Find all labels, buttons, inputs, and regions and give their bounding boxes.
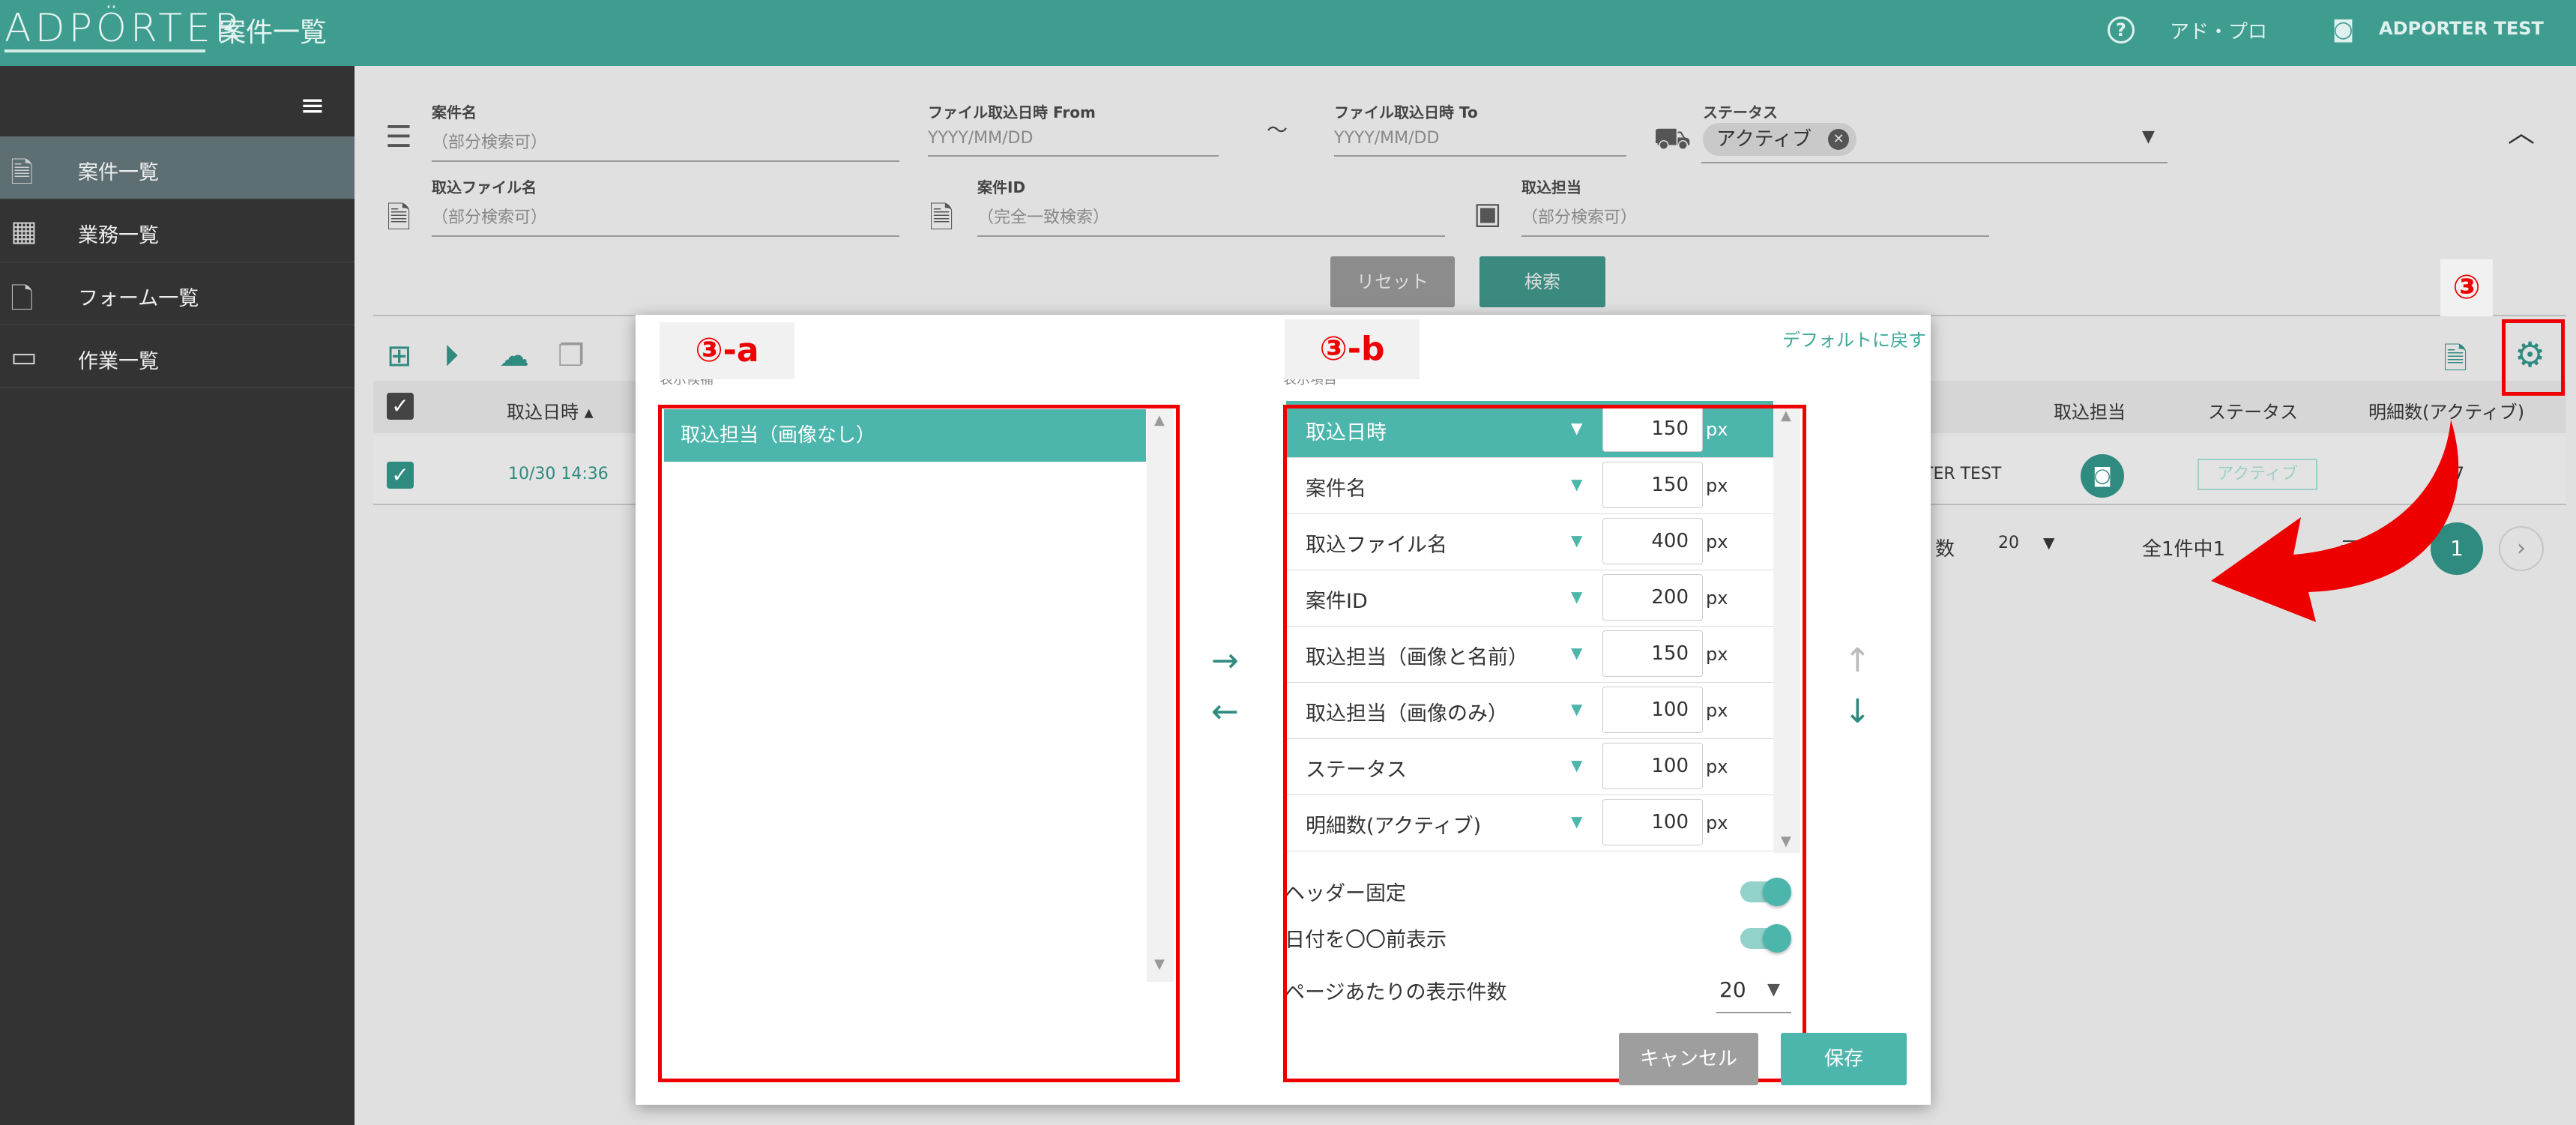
cloud-upload-icon[interactable]: ☁ xyxy=(499,339,529,373)
sidebar-item-cases[interactable]: 🗎 案件一覧 xyxy=(0,136,355,199)
date-from-input[interactable]: YYYY/MM/DD xyxy=(928,129,1219,157)
status-select-underline xyxy=(1701,162,2168,163)
add-table-icon[interactable]: ⊞ xyxy=(387,339,412,373)
annotation-box-gear xyxy=(2502,319,2565,396)
status-chip-label: アクティブ xyxy=(1716,128,1812,151)
sidebar-item-label: 案件一覧 xyxy=(78,161,159,184)
row-date[interactable]: 10/30 14:36 xyxy=(508,465,609,483)
app-bar: ADPÖRTER 案件一覧 ? アド・プロ ◙ ADPORTER TEST xyxy=(0,0,2576,66)
search-button[interactable]: 検索 xyxy=(1479,256,1605,307)
reset-default-link[interactable]: デフォルトに戻す xyxy=(1782,325,1926,352)
date-to-input[interactable]: YYYY/MM/DD xyxy=(1334,129,1626,157)
arrow-down-icon[interactable]: ↓ xyxy=(1844,693,1871,731)
sidebar-item-label: フォーム一覧 xyxy=(78,287,199,310)
assignee-label: 取込担当 xyxy=(1521,178,1581,196)
sidebar-item-label: 業務一覧 xyxy=(78,224,159,247)
case-id-input[interactable]: （完全一致検索） xyxy=(977,204,1445,237)
user-name[interactable]: ADPORTER TEST xyxy=(2379,18,2544,39)
per-page-label: 数 xyxy=(1935,538,1955,561)
hamburger-menu-icon[interactable]: ≡ xyxy=(300,88,325,123)
sidebar-item-tasks[interactable]: ▦ 業務一覧 xyxy=(0,199,355,262)
play-circle-icon[interactable]: ⏵ xyxy=(444,339,459,373)
file-icon: 🗎 xyxy=(387,201,411,235)
date-from-label: ファイル取込日時 From xyxy=(928,103,1096,121)
form-file-icon: 🗋 xyxy=(10,282,34,315)
assignee-input[interactable]: （部分検索可） xyxy=(1521,204,1989,237)
arrow-right-icon[interactable]: → xyxy=(1211,642,1239,680)
annotation-label-3: ③ xyxy=(2440,259,2493,316)
file-name-label: 取込ファイル名 xyxy=(432,178,537,196)
annotation-label-3b: ③-b xyxy=(1285,319,1420,379)
sidebar: ≡ 🗎 案件一覧 ▦ 業務一覧 🗋 フォーム一覧 ▭ 作業一覧 xyxy=(0,66,355,1125)
row-assignee-name: TER TEST xyxy=(1923,465,2002,483)
date-to-label: ファイル取込日時 To xyxy=(1334,103,1478,121)
arrow-up-icon[interactable]: ↑ xyxy=(1844,642,1871,680)
col-header-date-label: 取込日時 xyxy=(507,402,579,423)
col-header-date[interactable]: 取込日時 ▴ xyxy=(507,397,594,423)
page-title: 案件一覧 xyxy=(219,17,328,48)
annotation-box-3a xyxy=(658,405,1180,1082)
annotation-box-3b xyxy=(1283,405,1806,1082)
case-name-input[interactable]: （部分検索可） xyxy=(432,129,899,162)
case-id-label: 案件ID xyxy=(977,178,1026,196)
annotation-label-3a: ③-a xyxy=(660,322,794,379)
status-label: ステータス xyxy=(1703,103,1778,121)
org-name[interactable]: アド・プロ xyxy=(2170,16,2267,44)
file-name-input[interactable]: （部分検索可） xyxy=(432,204,899,237)
arrow-left-icon[interactable]: ← xyxy=(1211,693,1239,731)
lines-icon: ☰ xyxy=(385,120,412,154)
sidebar-item-label: 作業一覧 xyxy=(78,350,159,373)
cancel-button[interactable]: キャンセル xyxy=(1619,1033,1758,1085)
chevron-down-icon[interactable]: ▼ xyxy=(2142,127,2155,146)
building-icon: ▦ xyxy=(10,214,37,247)
chevron-up-icon[interactable]: ︿ xyxy=(2508,111,2535,150)
badge-icon: ▣ xyxy=(1473,196,1502,231)
close-icon[interactable]: ✕ xyxy=(1828,129,1850,150)
truck-icon: ⛟ xyxy=(1653,121,1692,156)
range-separator: 〜 xyxy=(1267,118,1288,142)
per-page-select[interactable]: 20 xyxy=(1998,534,2019,552)
file-icon: 🗎 xyxy=(929,201,954,235)
robot-icon[interactable]: ◙ xyxy=(2332,16,2354,43)
case-name-label: 案件名 xyxy=(432,103,477,121)
row-checkbox[interactable]: ✓ xyxy=(387,462,414,489)
save-button[interactable]: 保存 xyxy=(1781,1033,1907,1085)
app-logo[interactable]: ADPÖRTER xyxy=(4,6,245,51)
col-header-assignee[interactable]: 取込担当 xyxy=(2054,397,2126,423)
help-circle-icon[interactable]: ? xyxy=(2108,16,2135,43)
chevron-down-icon[interactable]: ▼ xyxy=(2043,534,2054,552)
copy-icon[interactable]: ❐ xyxy=(558,339,585,373)
status-chip[interactable]: アクティブ ✕ xyxy=(1703,123,1857,156)
logo-underline xyxy=(4,49,205,52)
sidebar-item-forms[interactable]: 🗋 フォーム一覧 xyxy=(0,262,355,325)
robot-avatar-icon: ◙ xyxy=(2081,454,2124,498)
sidebar-item-jobs[interactable]: ▭ 作業一覧 xyxy=(0,325,355,388)
document-icon: 🗎 xyxy=(10,156,34,189)
monitor-icon: ▭ xyxy=(10,340,37,373)
select-all-checkbox[interactable]: ✓ xyxy=(387,393,414,420)
annotation-arrow xyxy=(2211,420,2459,622)
reset-button[interactable]: リセット xyxy=(1330,256,1455,307)
